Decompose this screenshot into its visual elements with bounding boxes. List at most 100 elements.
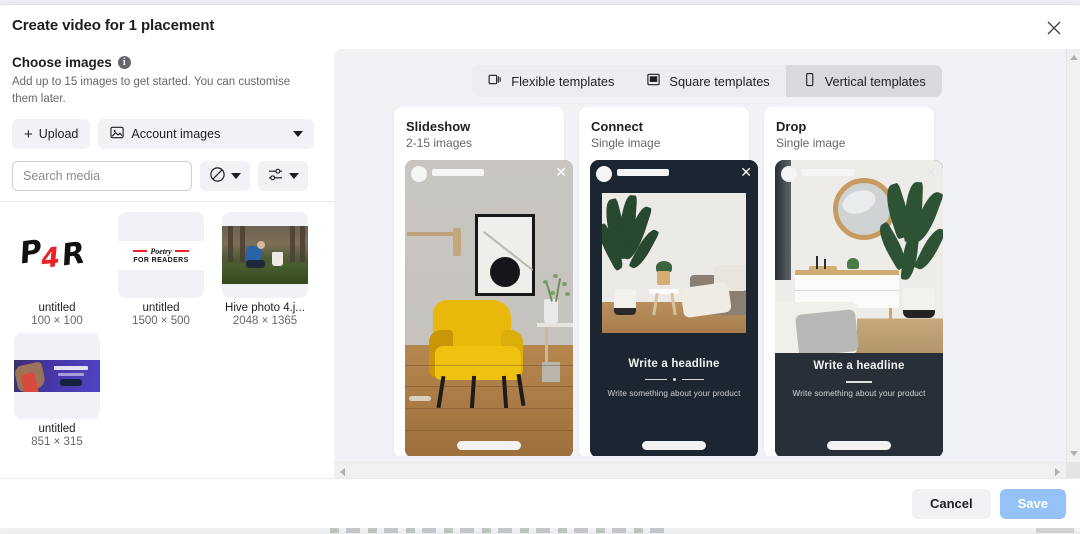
tab-label: Vertical templates: [824, 73, 926, 89]
media-grid: P 4 R untitled 100 × 100 Poetry FOR READ…: [0, 202, 334, 478]
chevron-down-icon: [289, 173, 299, 180]
ornament-line-right: [681, 379, 704, 380]
media-type-filter-dropdown[interactable]: [200, 161, 250, 192]
armchair-leg: [469, 375, 477, 409]
side-shelf: [537, 323, 573, 327]
tree-trunk: [228, 226, 233, 262]
circle-slash-icon: [209, 166, 226, 186]
media-item-dimensions: 100 × 100: [31, 315, 83, 327]
branch: [554, 278, 562, 302]
leaf: [565, 292, 570, 296]
plus-icon: +: [24, 125, 33, 143]
headline-ornament: [590, 378, 758, 381]
template-preview: Write a headline Write something about y…: [775, 160, 943, 456]
sort-filter-dropdown[interactable]: [258, 161, 308, 192]
close-icon[interactable]: [1042, 16, 1066, 40]
framed-artwork: [475, 214, 535, 296]
cancel-button[interactable]: Cancel: [911, 488, 991, 519]
media-item[interactable]: untitled 851 × 315: [12, 333, 102, 448]
media-item-dimensions: 851 × 315: [31, 436, 83, 448]
bucket: [272, 252, 283, 266]
poetry-rule-left: [133, 250, 148, 252]
template-card-connect[interactable]: Connect Single image Write a headline Wr…: [579, 107, 758, 456]
tab-flexible-templates[interactable]: Flexible templates: [472, 65, 631, 97]
candle: [824, 259, 826, 269]
floorboard-line: [405, 365, 573, 366]
media-item-name: untitled: [142, 302, 180, 314]
table-leg: [652, 292, 659, 316]
tab-vertical-templates[interactable]: Vertical templates: [785, 65, 942, 97]
media-item[interactable]: Hive photo 4.j... 2048 × 1365: [220, 212, 310, 327]
account-images-label: Account images: [131, 127, 221, 142]
search-input[interactable]: [12, 161, 192, 192]
section-title: Choose images: [12, 55, 112, 70]
section-description: Add up to 15 images to get started. You …: [12, 76, 291, 105]
scroll-down-icon[interactable]: [1070, 451, 1078, 456]
tab-label: Square templates: [669, 73, 770, 89]
media-item-name: untitled: [38, 302, 76, 314]
preview-scene-drop: Write a headline Write something about y…: [775, 160, 943, 456]
save-button[interactable]: Save: [999, 488, 1066, 519]
promo-banner-art: [14, 360, 100, 392]
table-leg: [670, 292, 677, 316]
chevron-down-icon: [293, 131, 304, 138]
sideboard-seam: [795, 290, 899, 291]
home-indicator: [457, 441, 521, 450]
ground: [222, 264, 308, 284]
scrollbar-corner: [1066, 462, 1080, 478]
flexible-templates-icon: [488, 72, 503, 90]
template-title: Slideshow: [406, 119, 471, 134]
template-card-drop[interactable]: Drop Single image Write a headline Write…: [764, 107, 943, 456]
media-item[interactable]: Poetry FOR READERS untitled 1500 × 500: [116, 212, 206, 327]
horizontal-scrollbar[interactable]: [334, 462, 1066, 478]
template-body-text: Write something about your product: [607, 389, 741, 398]
template-card-slideshow[interactable]: Slideshow 2-15 images ✕: [394, 107, 573, 456]
media-item-name: Hive photo 4.j...: [225, 302, 305, 314]
preview-photo: [602, 193, 746, 333]
template-subtitle: Single image: [776, 136, 846, 150]
ornament-dot: [672, 378, 676, 381]
upload-button[interactable]: + Upload: [12, 119, 91, 150]
tab-label: Flexible templates: [511, 73, 615, 89]
template-cards: Slideshow 2-15 images ✕ Connect Single i…: [334, 107, 1066, 456]
profile-name-placeholder: [432, 169, 484, 176]
avatar: [596, 166, 612, 182]
sliders-icon: [267, 166, 284, 186]
dialog-body: Choose images i Add up to 15 images to g…: [0, 49, 1080, 478]
profile-name-placeholder: [802, 169, 854, 176]
small-plant: [847, 258, 859, 269]
media-item[interactable]: P 4 R untitled 100 × 100: [12, 212, 102, 327]
preview-scene-connect: Write a headline Write something about y…: [590, 160, 758, 456]
poetry-wordmark-row: Poetry: [133, 247, 189, 256]
leaf: [553, 274, 558, 278]
template-tabs: Flexible templates Square templates Vert…: [334, 65, 1080, 97]
close-icon: ✕: [555, 164, 567, 180]
tab-square-templates[interactable]: Square templates: [630, 65, 786, 97]
account-images-dropdown[interactable]: Account images: [98, 119, 315, 150]
close-icon: ✕: [925, 164, 937, 180]
scroll-right-icon[interactable]: [1055, 468, 1060, 476]
media-item-name: untitled: [38, 423, 76, 435]
vertical-scrollbar[interactable]: [1066, 49, 1080, 462]
floorboard-line: [405, 408, 573, 409]
wall-lamp-arm: [407, 232, 459, 236]
scroll-left-icon[interactable]: [340, 468, 345, 476]
poetry-rule-right: [174, 250, 189, 252]
info-icon[interactable]: i: [117, 56, 131, 69]
template-subtitle: 2-15 images: [406, 136, 473, 150]
side-table-top: [649, 289, 679, 294]
scroll-up-icon[interactable]: [1070, 55, 1078, 60]
floorboard-line: [405, 430, 573, 431]
vertical-templates-icon: [802, 72, 817, 90]
armchair-leg: [516, 373, 526, 407]
armchair-leg: [436, 375, 446, 409]
page-title: Create video for 1 placement: [12, 17, 215, 34]
templates-panel: Flexible templates Square templates Vert…: [334, 49, 1080, 478]
poetry-tagline: FOR READERS: [133, 256, 189, 264]
ornament-line-left: [644, 379, 667, 380]
template-tabs-group: Flexible templates Square templates Vert…: [472, 65, 942, 97]
p4r-logo-char-2: 4: [39, 242, 62, 275]
template-subtitle: Single image: [591, 136, 661, 150]
media-thumbnail: P 4 R: [14, 212, 100, 298]
floorboard-line: [405, 386, 573, 387]
